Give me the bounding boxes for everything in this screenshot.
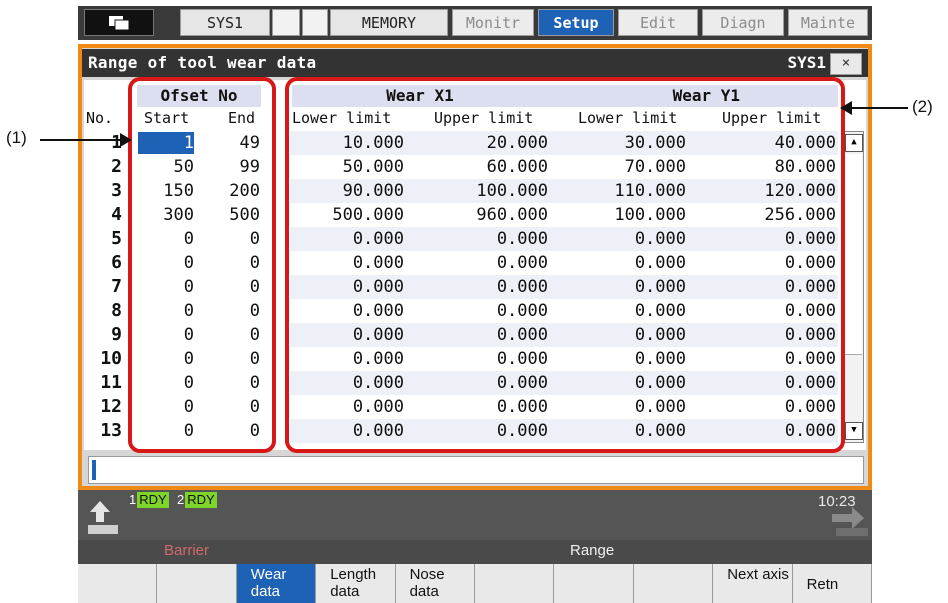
function-key-next-axis[interactable]: Next axis [713, 564, 793, 603]
back-icon[interactable] [84, 498, 126, 538]
function-key-blank-7[interactable] [554, 564, 634, 603]
tab-diagn[interactable]: Diagn [702, 9, 784, 36]
function-key-blank-2[interactable] [157, 564, 237, 603]
tab-memory[interactable]: MEMORY [330, 9, 448, 36]
vertical-scrollbar[interactable]: ▲ ▼ [842, 131, 864, 443]
function-key-wear-data[interactable]: Wear data [236, 564, 317, 603]
callout-arrowhead-2 [840, 101, 852, 115]
menu-group-barrier: Barrier [164, 542, 210, 559]
callout-line-1 [40, 139, 128, 141]
next-arrow-icon[interactable] [828, 504, 872, 538]
column-header-no: No. [86, 109, 114, 127]
highlight-box-wear [285, 77, 845, 453]
scroll-thumb[interactable] [844, 154, 862, 355]
row-number: 2 [111, 156, 122, 177]
ready-1-number: 1 [128, 492, 138, 508]
scroll-up-icon[interactable]: ▲ [845, 134, 863, 152]
tab-edit[interactable]: Edit [618, 9, 698, 36]
callout-arrowhead-1 [120, 133, 132, 147]
row-number: 9 [111, 324, 122, 345]
ready-indicator-1: 1 RDY [128, 492, 169, 508]
callout-label-2: (2) [912, 97, 933, 116]
tab-setup[interactable]: Setup [538, 9, 614, 36]
scroll-down-icon[interactable]: ▼ [845, 422, 863, 440]
ready-indicator-2: 2 RDY [176, 492, 217, 508]
window-titlebar: Range of tool wear data SYS1 × [82, 49, 868, 77]
row-number: 1 [111, 132, 122, 153]
tab-blank-1[interactable] [272, 9, 300, 36]
system-label: SYS1 [787, 53, 826, 72]
menu-group-range: Range [570, 542, 615, 559]
ready-1-label: RDY [137, 492, 169, 508]
callout-line-2 [850, 107, 908, 109]
row-number: 13 [100, 420, 122, 441]
function-key-blank-8[interactable] [633, 564, 714, 603]
row-number: 7 [111, 276, 122, 297]
tab-monitr[interactable]: Monitr [452, 9, 534, 36]
highlight-box-offset [128, 77, 276, 453]
function-key-blank-6[interactable] [475, 564, 555, 603]
function-key-nose-data[interactable]: Nose data [395, 564, 475, 603]
ready-2-label: RDY [185, 492, 217, 508]
input-cursor [92, 460, 96, 480]
row-number: 12 [100, 396, 122, 417]
row-number: 4 [111, 204, 122, 225]
tab-blank-2[interactable] [302, 9, 328, 36]
window-switch-icon[interactable] [84, 9, 154, 36]
input-line[interactable] [88, 456, 864, 484]
tab-sys1[interactable]: SYS1 [180, 9, 270, 36]
row-number: 10 [100, 348, 122, 369]
function-key-length-data[interactable]: Length data [316, 564, 396, 603]
window-title: Range of tool wear data [88, 53, 317, 72]
tab-mainte[interactable]: Mainte [788, 9, 868, 36]
row-number: 5 [111, 228, 122, 249]
close-button[interactable]: × [830, 53, 862, 75]
row-number: 6 [111, 252, 122, 273]
row-number: 3 [111, 180, 122, 201]
row-number: 8 [111, 300, 122, 321]
function-key-blank-1[interactable] [78, 564, 158, 603]
callout-label-1: (1) [6, 128, 27, 147]
row-number: 11 [100, 372, 122, 393]
ready-2-number: 2 [176, 492, 186, 508]
function-key-retn[interactable]: Retn [792, 564, 872, 603]
